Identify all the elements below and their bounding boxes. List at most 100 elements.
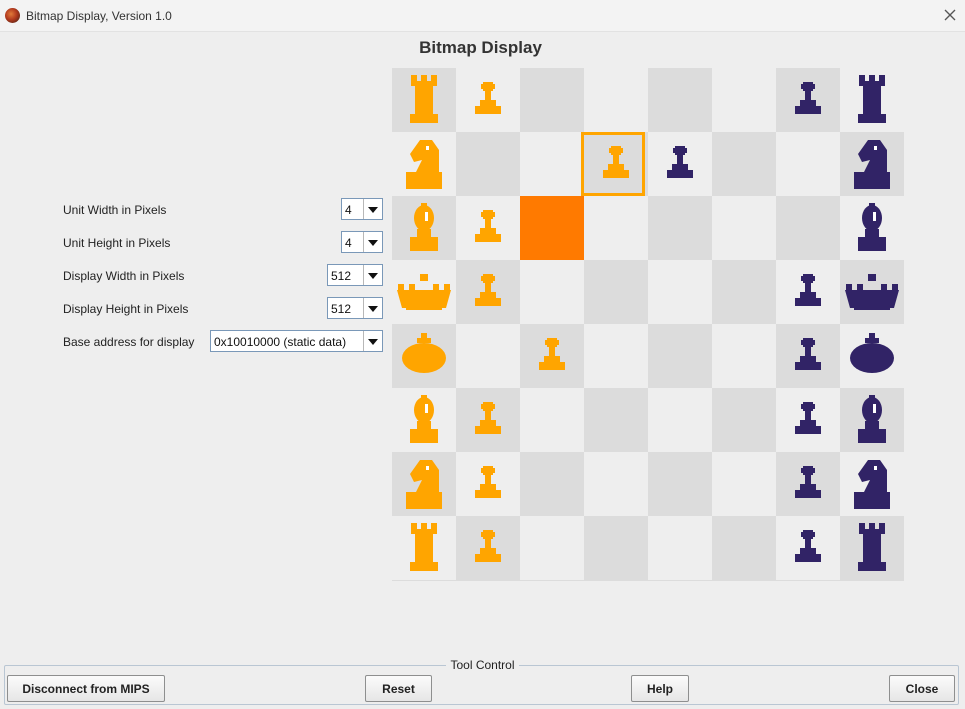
pawn-shape: [480, 228, 496, 234]
rook-shape: [411, 523, 417, 530]
display-width-select[interactable]: 512: [327, 264, 383, 286]
pawn-shape: [795, 362, 821, 370]
display-height-value: 512: [331, 302, 352, 316]
board-square: [648, 260, 712, 324]
pawn-shape: [485, 283, 491, 293]
pawn-shape: [475, 490, 501, 498]
app-icon: [5, 8, 20, 23]
board-square: [776, 196, 840, 260]
queen-shape: [892, 284, 898, 290]
chevron-down-icon[interactable]: [363, 331, 382, 351]
king-shape: [402, 343, 446, 373]
board-square: [520, 260, 584, 324]
pawn-shape: [475, 298, 501, 306]
player-status-text: JOGADOR1: [557, 580, 740, 581]
board-square: [520, 388, 584, 452]
pawn-shape: [549, 347, 555, 357]
knight-shape: [406, 492, 442, 509]
bishop-shape: [425, 212, 428, 221]
pawn-shape: [801, 340, 815, 345]
tool-control-legend: Tool Control: [446, 658, 519, 672]
pawn-shape: [544, 356, 560, 362]
board-square: [712, 132, 776, 196]
knight-shape: [406, 172, 442, 189]
pawn-shape: [539, 362, 565, 370]
bishop-shape: [873, 404, 876, 413]
pawn-shape: [480, 292, 496, 298]
pawn-shape: [480, 420, 496, 426]
board-square: [584, 324, 648, 388]
rook-shape: [863, 86, 881, 114]
pawn-shape: [672, 164, 688, 170]
rook-shape: [431, 75, 437, 82]
close-icon[interactable]: [939, 4, 961, 26]
pawn-shape: [613, 155, 619, 165]
base-address-label: Base address for display: [63, 335, 195, 349]
pawn-shape: [801, 276, 815, 281]
pawn-shape: [800, 420, 816, 426]
queen-shape: [409, 284, 415, 290]
pawn-shape: [800, 484, 816, 490]
queen-shape: [857, 284, 863, 290]
queen-shape: [881, 284, 887, 290]
pawn-shape: [795, 106, 821, 114]
king-shape: [417, 338, 431, 343]
bishop-shape: [414, 205, 434, 231]
disconnect-button[interactable]: Disconnect from MIPS: [7, 675, 165, 702]
display-height-select[interactable]: 512: [327, 297, 383, 319]
knight-shape: [426, 146, 429, 150]
pawn-shape: [485, 539, 491, 549]
board-square: [648, 452, 712, 516]
board-square: [584, 68, 648, 132]
rook-shape: [421, 75, 427, 82]
board-square: [520, 516, 584, 580]
rook-shape: [410, 114, 438, 123]
queen-shape: [420, 274, 428, 281]
board-square: [712, 260, 776, 324]
pawn-shape: [475, 554, 501, 562]
knight-shape: [854, 172, 890, 189]
queen-shape: [868, 274, 876, 281]
rook-shape: [431, 523, 437, 530]
pawn-shape: [545, 340, 559, 345]
rook-shape: [411, 75, 417, 82]
display-width-value: 512: [331, 269, 352, 283]
chevron-down-icon[interactable]: [363, 298, 382, 318]
chevron-down-icon[interactable]: [363, 232, 382, 252]
close-button[interactable]: Close: [889, 675, 955, 702]
bishop-shape: [865, 421, 879, 429]
panel-title-wrap: Bitmap Display: [0, 38, 965, 58]
board-square: [456, 324, 520, 388]
pawn-shape: [481, 84, 495, 89]
pawn-shape: [485, 219, 491, 229]
tool-control-legend-wrap: Tool Control: [0, 658, 965, 672]
pawn-shape: [673, 148, 687, 153]
chevron-down-icon[interactable]: [363, 199, 382, 219]
pawn-shape: [475, 426, 501, 434]
base-address-select[interactable]: 0x10010000 (static data): [210, 330, 383, 352]
pawn-shape: [481, 276, 495, 281]
unit-height-value: 4: [345, 236, 352, 250]
pawn-shape: [800, 548, 816, 554]
pawn-shape: [481, 468, 495, 473]
window-title: Bitmap Display, Version 1.0: [26, 9, 172, 23]
rook-shape: [859, 529, 885, 534]
bishop-shape: [865, 229, 879, 237]
pawn-shape: [677, 155, 683, 165]
board-square: [712, 324, 776, 388]
unit-height-select[interactable]: 4: [341, 231, 383, 253]
reset-button[interactable]: Reset: [365, 675, 432, 702]
bishop-shape: [417, 421, 431, 429]
pawn-shape: [800, 292, 816, 298]
board-square: [648, 516, 712, 580]
pawn-shape: [603, 170, 629, 178]
help-button[interactable]: Help: [631, 675, 689, 702]
king-shape: [865, 338, 879, 343]
pawn-shape: [800, 100, 816, 106]
pawn-shape: [475, 234, 501, 242]
unit-width-select[interactable]: 4: [341, 198, 383, 220]
pawn-shape: [608, 164, 624, 170]
board-square: [456, 132, 520, 196]
chevron-down-icon[interactable]: [363, 265, 382, 285]
bishop-shape: [858, 237, 886, 251]
